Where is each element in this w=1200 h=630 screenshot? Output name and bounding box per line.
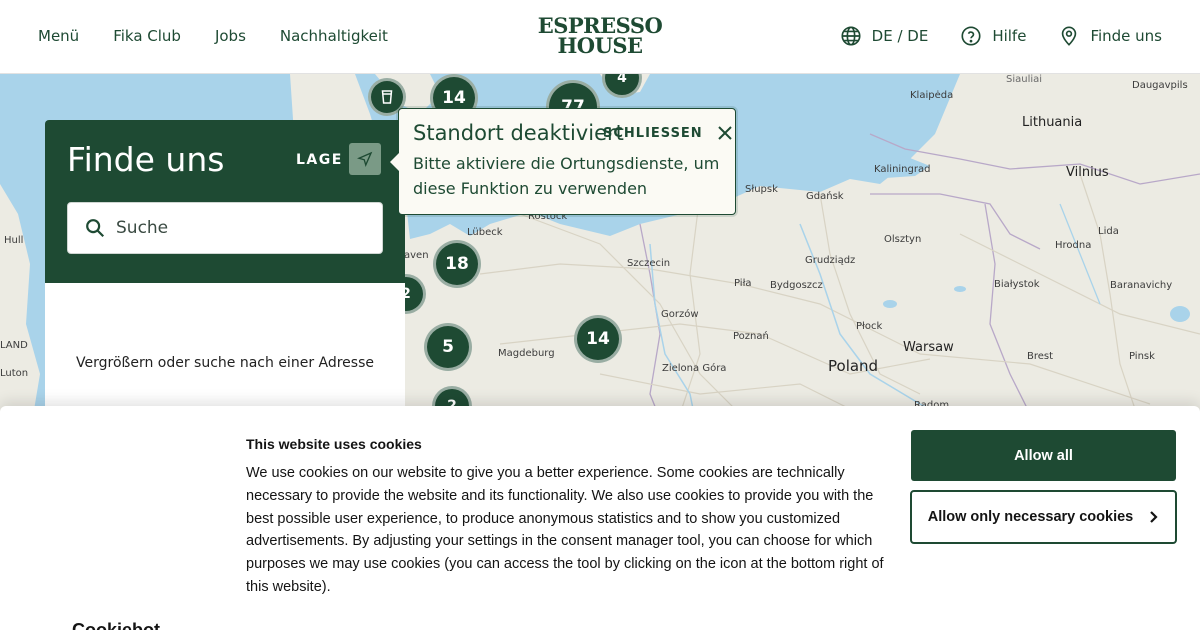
map-label-slupsk: Słupsk bbox=[745, 184, 778, 195]
location-label: LAGE bbox=[296, 152, 343, 168]
map-label-szczecin: Szczecin bbox=[627, 258, 671, 269]
help-link[interactable]: Hilfe bbox=[960, 25, 1026, 47]
store-cluster[interactable]: 5 bbox=[424, 323, 472, 371]
help-label: Hilfe bbox=[992, 27, 1027, 45]
map-label-zielona-gora: Zielona Góra bbox=[662, 363, 727, 374]
cookie-banner: This website uses cookies We use cookies… bbox=[0, 406, 1200, 630]
store-cluster[interactable]: 14 bbox=[574, 315, 622, 363]
search-input[interactable] bbox=[116, 218, 356, 238]
navigation-arrow-icon bbox=[357, 151, 373, 167]
map-label-poland: Poland bbox=[828, 357, 879, 375]
espresso-house-logo[interactable]: ESPRESSO HOUSE bbox=[530, 15, 670, 58]
nav-menu[interactable]: Menü bbox=[38, 27, 79, 45]
language-label: DE / DE bbox=[871, 27, 929, 45]
tooltip-body: Bitte aktiviere die Ortungsdienste, um d… bbox=[413, 154, 720, 198]
map-label-lithuania: Lithuania bbox=[1022, 115, 1083, 130]
store-cluster[interactable]: 18 bbox=[433, 240, 481, 288]
cookiebot-logo: Cookiebot bbox=[72, 620, 160, 630]
map-label-luton: Luton bbox=[0, 368, 29, 379]
location-disabled-tooltip: Standort deaktiviert SCHLIESSEN Bitte ak… bbox=[390, 108, 736, 215]
nav-sustainability[interactable]: Nachhaltigkeit bbox=[280, 27, 388, 45]
help-circle-icon bbox=[961, 26, 981, 46]
results-hint: Vergrößern oder suche nach einer Adresse bbox=[76, 355, 374, 371]
map-label-magdeburg: Magdeburg bbox=[498, 348, 555, 359]
search-field[interactable] bbox=[67, 202, 383, 254]
map-label-aven: aven bbox=[404, 250, 429, 261]
logo-line-2: HOUSE bbox=[557, 33, 643, 58]
map-label-hrodna: Hrodna bbox=[1055, 240, 1092, 251]
chevron-right-icon bbox=[1150, 511, 1158, 523]
utility-nav: DE / DE Hilfe Finde uns bbox=[840, 0, 1162, 72]
map-label-vilnius: Vilnius bbox=[1066, 165, 1109, 180]
map-label-gdansk: Gdańsk bbox=[806, 191, 844, 202]
nav-fika-club[interactable]: Fika Club bbox=[113, 27, 181, 45]
cookie-text: We use cookies on our website to give yo… bbox=[246, 465, 884, 595]
find-us-label: Finde uns bbox=[1090, 27, 1162, 45]
close-label: SCHLIESSEN bbox=[603, 125, 703, 141]
map-label-lubeck: Lübeck bbox=[467, 227, 503, 238]
tooltip-title: Standort deaktiviert bbox=[413, 121, 624, 145]
allow-all-button[interactable]: Allow all bbox=[911, 430, 1176, 481]
allow-necessary-label: Allow only necessary cookies bbox=[927, 509, 1134, 525]
map-label-plock: Płock bbox=[856, 321, 883, 332]
search-icon bbox=[86, 219, 105, 238]
map-label-warsaw: Warsaw bbox=[903, 340, 954, 355]
allow-necessary-button[interactable]: Allow only necessary cookies bbox=[910, 490, 1177, 544]
map-label-poznan: Poznań bbox=[733, 331, 769, 342]
map-label-klaipeda: Klaipėda bbox=[910, 90, 954, 101]
site-header: Menü Fika Club Jobs Nachhaltigkeit ESPRE… bbox=[0, 0, 1200, 74]
find-us-link[interactable]: Finde uns bbox=[1058, 25, 1162, 47]
main-nav: Menü Fika Club Jobs Nachhaltigkeit bbox=[38, 0, 388, 72]
nav-jobs[interactable]: Jobs bbox=[215, 27, 246, 45]
coffee-cup-icon bbox=[381, 90, 393, 104]
map-label-pila: Piła bbox=[734, 278, 752, 289]
map-label-lida: Lida bbox=[1098, 226, 1119, 237]
map-label-bydgoszcz: Bydgoszcz bbox=[770, 280, 823, 291]
locate-me-button[interactable] bbox=[349, 143, 381, 175]
map-label-baranavichy: Baranavichy bbox=[1110, 280, 1173, 291]
cookie-title: This website uses cookies bbox=[246, 436, 422, 452]
map-label-land: LAND bbox=[0, 340, 28, 351]
find-us-panel: Finde uns LAGE bbox=[45, 120, 405, 283]
map-label-kaliningrad: Kaliningrad bbox=[874, 164, 931, 175]
map-label-bialystok: Białystok bbox=[994, 279, 1040, 290]
map-label-brest: Brest bbox=[1027, 351, 1054, 362]
map-label-hull: Hull bbox=[4, 235, 24, 246]
location-pin-icon bbox=[1062, 26, 1077, 46]
results-panel: Vergrößern oder suche nach einer Adresse bbox=[45, 283, 405, 413]
globe-icon bbox=[841, 26, 861, 46]
map-label-olsztyn: Olsztyn bbox=[884, 234, 922, 245]
close-icon bbox=[717, 126, 732, 140]
map-label-grudziadz: Grudziądz bbox=[805, 255, 856, 266]
tooltip-arrow bbox=[390, 153, 399, 171]
panel-title: Finde uns bbox=[67, 140, 225, 179]
language-selector[interactable]: DE / DE bbox=[840, 25, 929, 47]
tooltip-close-button[interactable]: SCHLIESSEN bbox=[603, 125, 733, 141]
map-label-siauliai: Šiauliai bbox=[1006, 74, 1043, 85]
map-label-gorzow: Gorzów bbox=[661, 309, 699, 320]
map-label-daugavpils: Daugavpils bbox=[1132, 80, 1188, 91]
map-label-pinsk: Pinsk bbox=[1129, 351, 1155, 362]
